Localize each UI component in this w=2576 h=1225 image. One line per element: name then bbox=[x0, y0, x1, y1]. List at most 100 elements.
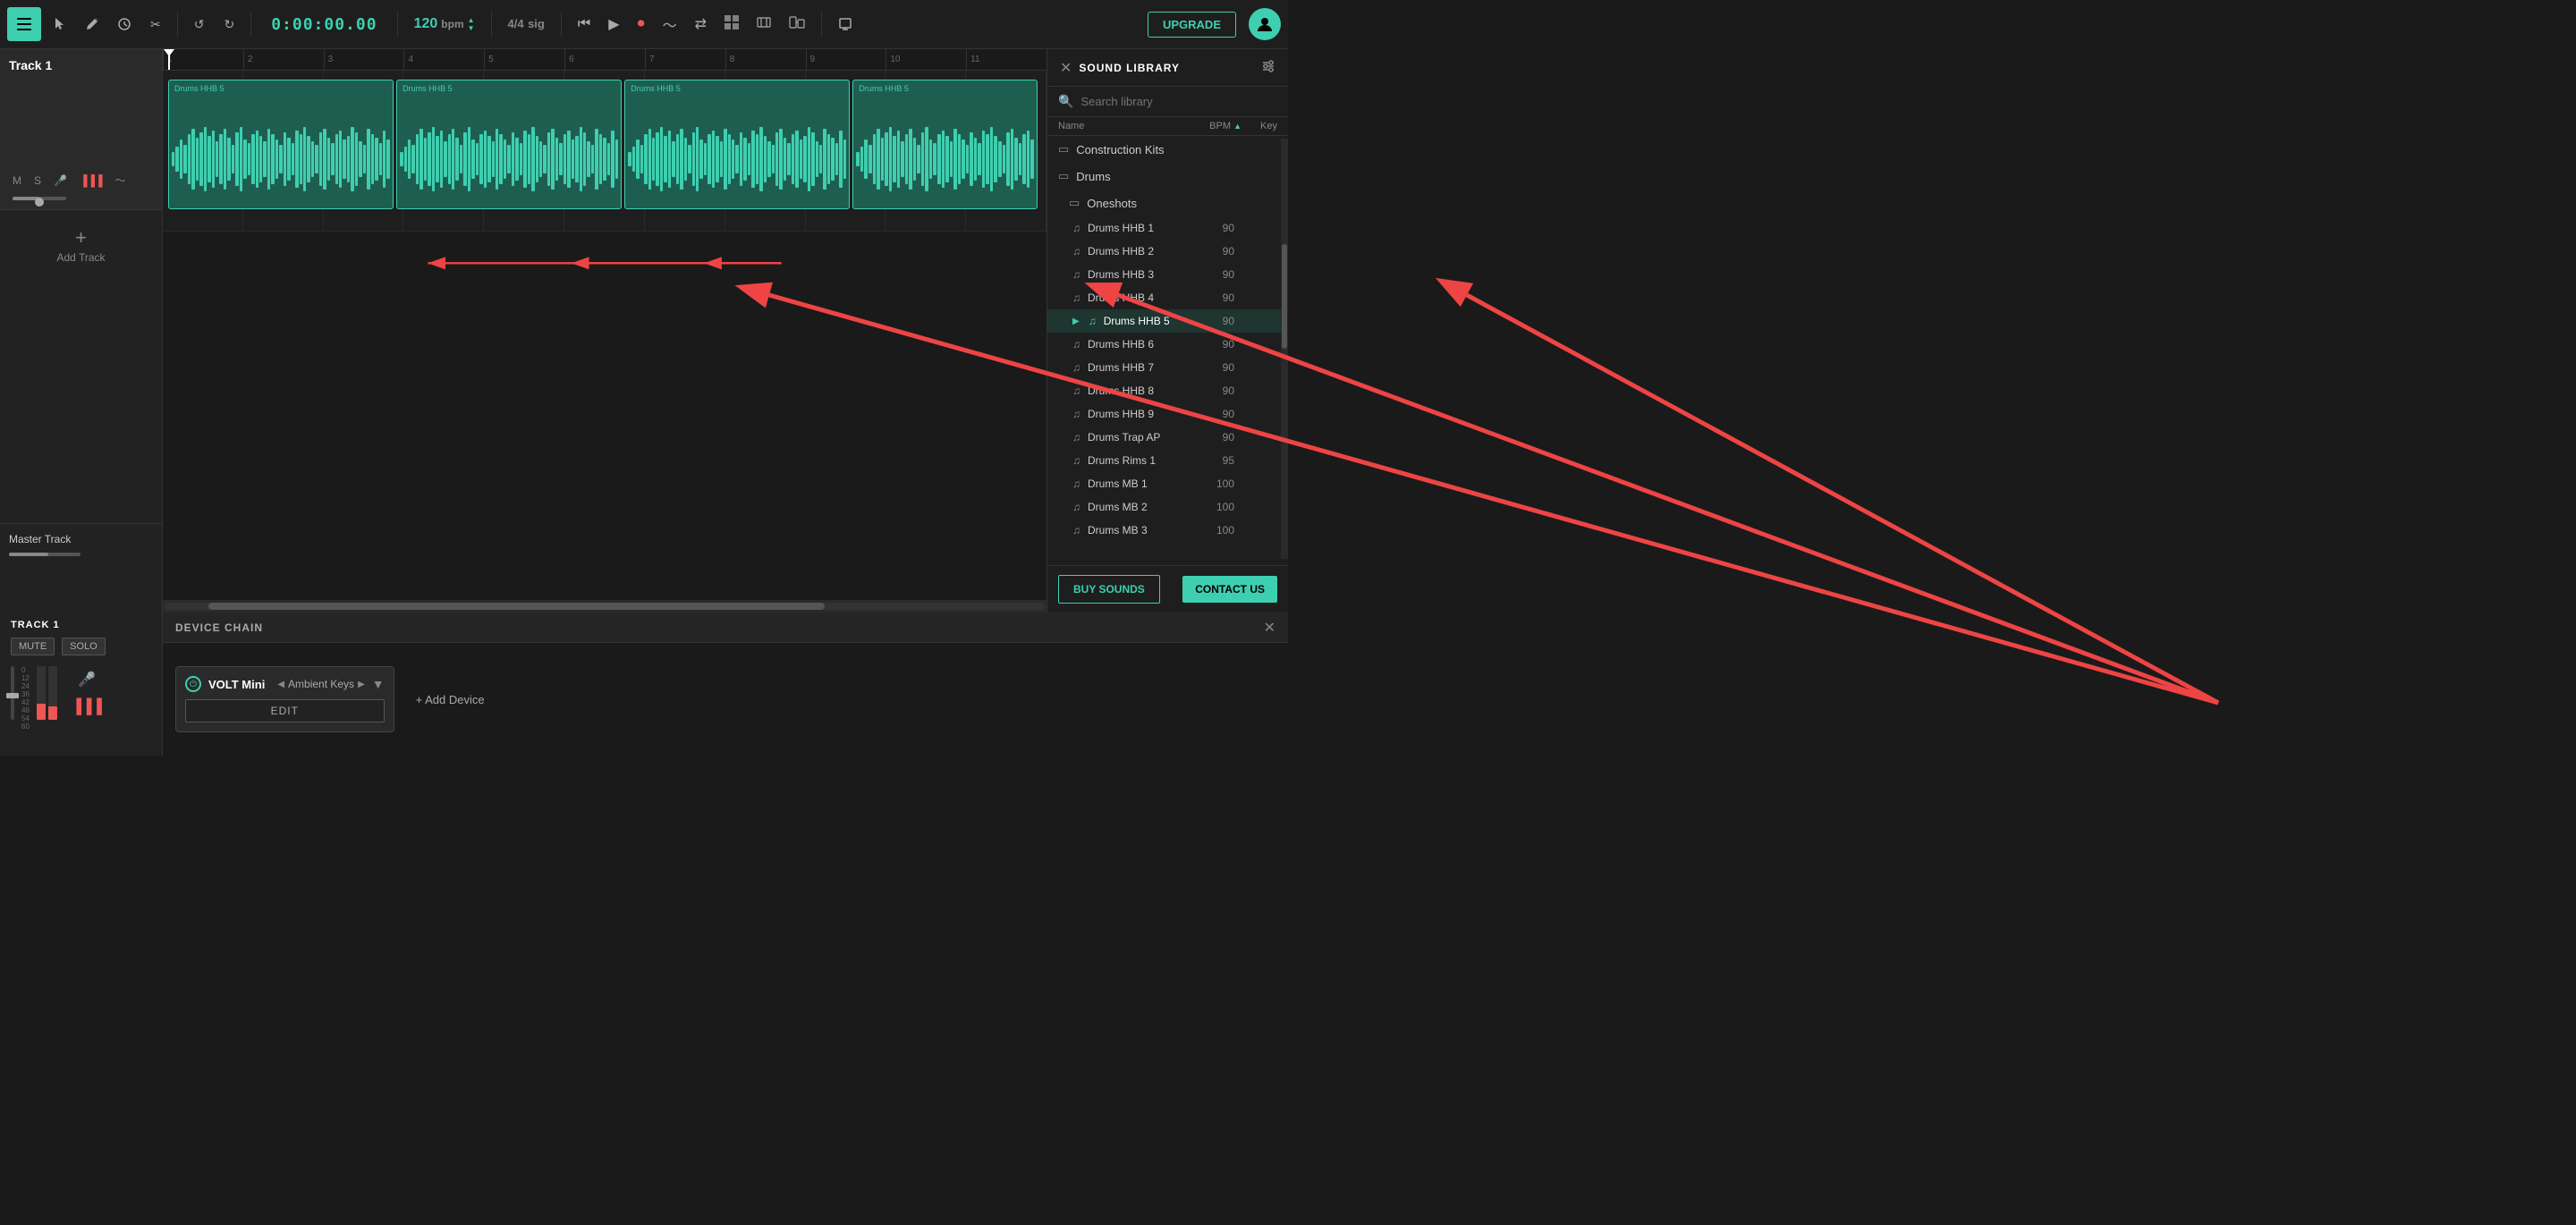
device-chain-close-button[interactable]: ✕ bbox=[1264, 619, 1275, 637]
upgrade-button[interactable]: UPGRADE bbox=[1148, 12, 1236, 38]
preset-dropdown-button[interactable]: ▼ bbox=[372, 677, 385, 691]
waveform-icon-1: ♫ bbox=[1072, 245, 1080, 258]
folder-oneshots[interactable]: ▭ Oneshots bbox=[1047, 190, 1288, 216]
lib-item-12[interactable]: ♫ Drums MB 2 100 bbox=[1047, 495, 1288, 519]
waveform-icon-0: ♫ bbox=[1072, 222, 1080, 234]
device-button-1[interactable] bbox=[717, 12, 746, 38]
master-volume-fill bbox=[9, 553, 48, 556]
fader-thumb bbox=[6, 693, 19, 698]
scissors-tool[interactable]: ✂ bbox=[143, 12, 168, 38]
track-1-header: Track 1 M S 🎤 ▐▐▐ 〜 bbox=[0, 49, 162, 210]
lib-item-10[interactable]: ♫ Drums Rims 1 95 bbox=[1047, 449, 1288, 472]
horizontal-scrollbar[interactable] bbox=[163, 600, 1046, 612]
lib-item-6[interactable]: ♫ Drums HHB 7 90 bbox=[1047, 356, 1288, 379]
track-volume-slider[interactable] bbox=[13, 197, 66, 200]
track-arm-button[interactable]: 🎤 bbox=[50, 173, 71, 189]
tracks-panel: Track 1 M S 🎤 ▐▐▐ 〜 + Add Track Master T… bbox=[0, 49, 163, 612]
item-name-12: Drums MB 2 bbox=[1088, 501, 1182, 513]
device-button-2[interactable] bbox=[750, 12, 778, 38]
lib-item-13[interactable]: ♫ Drums MB 3 100 bbox=[1047, 519, 1288, 542]
clip-3-waveform bbox=[625, 114, 849, 204]
preset-prev-button[interactable]: ◀ bbox=[277, 680, 284, 689]
item-name-3: Drums HHB 4 bbox=[1088, 291, 1182, 304]
master-volume-slider[interactable] bbox=[9, 553, 80, 556]
clip-2-waveform bbox=[397, 114, 621, 204]
lib-item-0[interactable]: ♫ Drums HHB 1 90 bbox=[1047, 216, 1288, 240]
lib-item-7[interactable]: ♫ Drums HHB 8 90 bbox=[1047, 379, 1288, 402]
track-mute-button[interactable]: M bbox=[9, 173, 25, 189]
col-bpm-header[interactable]: BPM ▲ bbox=[1197, 121, 1241, 131]
device-button-3[interactable] bbox=[782, 12, 812, 38]
redo-button[interactable]: ↻ bbox=[216, 12, 242, 38]
folder-construction-kits[interactable]: ▭ Construction Kits bbox=[1047, 136, 1288, 163]
bottom-rec-button[interactable]: ▐▐▐ bbox=[68, 697, 106, 717]
undo-button[interactable]: ↺ bbox=[187, 12, 212, 38]
clip-3[interactable]: Drums HHB 5 bbox=[624, 80, 850, 209]
preset-name: Ambient Keys bbox=[288, 678, 354, 690]
bottom-mute-button[interactable]: MUTE bbox=[11, 638, 55, 655]
buy-sounds-button[interactable]: BUY SOUNDS bbox=[1058, 575, 1160, 604]
pointer-tool[interactable] bbox=[47, 13, 73, 36]
device-power-button[interactable]: ⏻ bbox=[185, 676, 201, 692]
bottom-solo-button[interactable]: SOLO bbox=[62, 638, 106, 655]
waveform-icon-6: ♫ bbox=[1072, 361, 1080, 374]
divider-6 bbox=[821, 12, 822, 37]
lib-item-5[interactable]: ♫ Drums HHB 6 90 bbox=[1047, 333, 1288, 356]
library-scroll-thumb bbox=[1282, 244, 1287, 350]
item-name-11: Drums MB 1 bbox=[1088, 477, 1182, 490]
library-close-button[interactable]: ✕ bbox=[1060, 59, 1072, 77]
search-input[interactable] bbox=[1080, 95, 1277, 108]
preset-next-button[interactable]: ▶ bbox=[358, 680, 365, 689]
lib-item-8[interactable]: ♫ Drums HHB 9 90 bbox=[1047, 402, 1288, 426]
user-avatar[interactable] bbox=[1249, 8, 1281, 40]
skip-back-button[interactable]: ⏮ bbox=[571, 13, 597, 36]
library-scrollbar[interactable] bbox=[1281, 139, 1288, 559]
lib-item-2[interactable]: ♫ Drums HHB 3 90 bbox=[1047, 263, 1288, 286]
clip-1[interactable]: Drums HHB 5 bbox=[168, 80, 394, 209]
export-button[interactable] bbox=[831, 12, 860, 37]
clock-tool[interactable] bbox=[111, 13, 138, 36]
record-button[interactable]: ⏺ bbox=[631, 13, 652, 36]
ruler-mark-11: 11 bbox=[966, 49, 1046, 70]
lib-item-1[interactable]: ♫ Drums HHB 2 90 bbox=[1047, 240, 1288, 263]
divider-1 bbox=[177, 12, 178, 37]
loop-button[interactable]: ⇄ bbox=[688, 12, 714, 37]
clip-2-bars bbox=[397, 114, 621, 204]
waveform-icon-3: ♫ bbox=[1072, 291, 1080, 304]
sound-library: ✕ SOUND LIBRARY 🔍 Name BPM ▲ Key bbox=[1046, 49, 1288, 612]
device-edit-button[interactable]: EDIT bbox=[185, 699, 385, 722]
tracks-container: Drums HHB 5 Drums HHB 5 Drums HHB 5 bbox=[163, 71, 1046, 612]
contact-us-button[interactable]: CONTACT US bbox=[1182, 576, 1277, 603]
track-solo-button[interactable]: S bbox=[30, 173, 45, 189]
device-chain-area: DEVICE CHAIN ✕ ⏻ VOLT Mini ◀ Ambient Key… bbox=[163, 612, 1288, 756]
bpm-value: 120 bbox=[414, 16, 438, 32]
menu-button[interactable] bbox=[7, 7, 41, 41]
bpm-arrows[interactable]: ▲▼ bbox=[468, 16, 475, 32]
bottom-fader[interactable] bbox=[11, 666, 14, 720]
lower-section: TRACK 1 MUTE SOLO 0 12 24 36 42 48 54 60 bbox=[0, 612, 1288, 756]
lib-item-11[interactable]: ♫ Drums MB 1 100 bbox=[1047, 472, 1288, 495]
play-button[interactable]: ▶ bbox=[601, 12, 626, 37]
ruler-mark-4: 4 bbox=[403, 49, 484, 70]
add-track-button[interactable]: + bbox=[75, 228, 87, 248]
scrollbar-thumb[interactable] bbox=[208, 603, 825, 610]
pencil-tool[interactable] bbox=[79, 13, 106, 36]
waveform-button[interactable]: 〜 bbox=[656, 10, 684, 38]
clip-4[interactable]: Drums HHB 5 bbox=[852, 80, 1038, 209]
lib-item-9[interactable]: ♫ Drums Trap AP 90 bbox=[1047, 426, 1288, 449]
library-settings-button[interactable] bbox=[1261, 59, 1275, 76]
lib-item-3[interactable]: ♫ Drums HHB 4 90 bbox=[1047, 286, 1288, 309]
track-automation-button[interactable]: 〜 bbox=[111, 171, 129, 190]
divider-2 bbox=[250, 12, 251, 37]
clip-2[interactable]: Drums HHB 5 bbox=[396, 80, 622, 209]
folder-drums[interactable]: ▭ Drums bbox=[1047, 163, 1288, 190]
track-1-controls: M S 🎤 ▐▐▐ 〜 bbox=[9, 171, 153, 190]
bottom-arm-button[interactable]: 🎤 bbox=[68, 669, 106, 690]
track-1-lane: Drums HHB 5 Drums HHB 5 Drums HHB 5 bbox=[163, 71, 1046, 232]
lib-item-4[interactable]: ▶ ♫ Drums HHB 5 90 bbox=[1047, 309, 1288, 333]
add-device-button[interactable]: + Add Device bbox=[407, 688, 494, 712]
arm-rec-area: 🎤 ▐▐▐ bbox=[68, 669, 106, 717]
time-display: 0:00:00.00 bbox=[260, 15, 387, 34]
vu-meter bbox=[37, 666, 57, 720]
track-meter-button[interactable]: ▐▐▐ bbox=[76, 173, 106, 189]
